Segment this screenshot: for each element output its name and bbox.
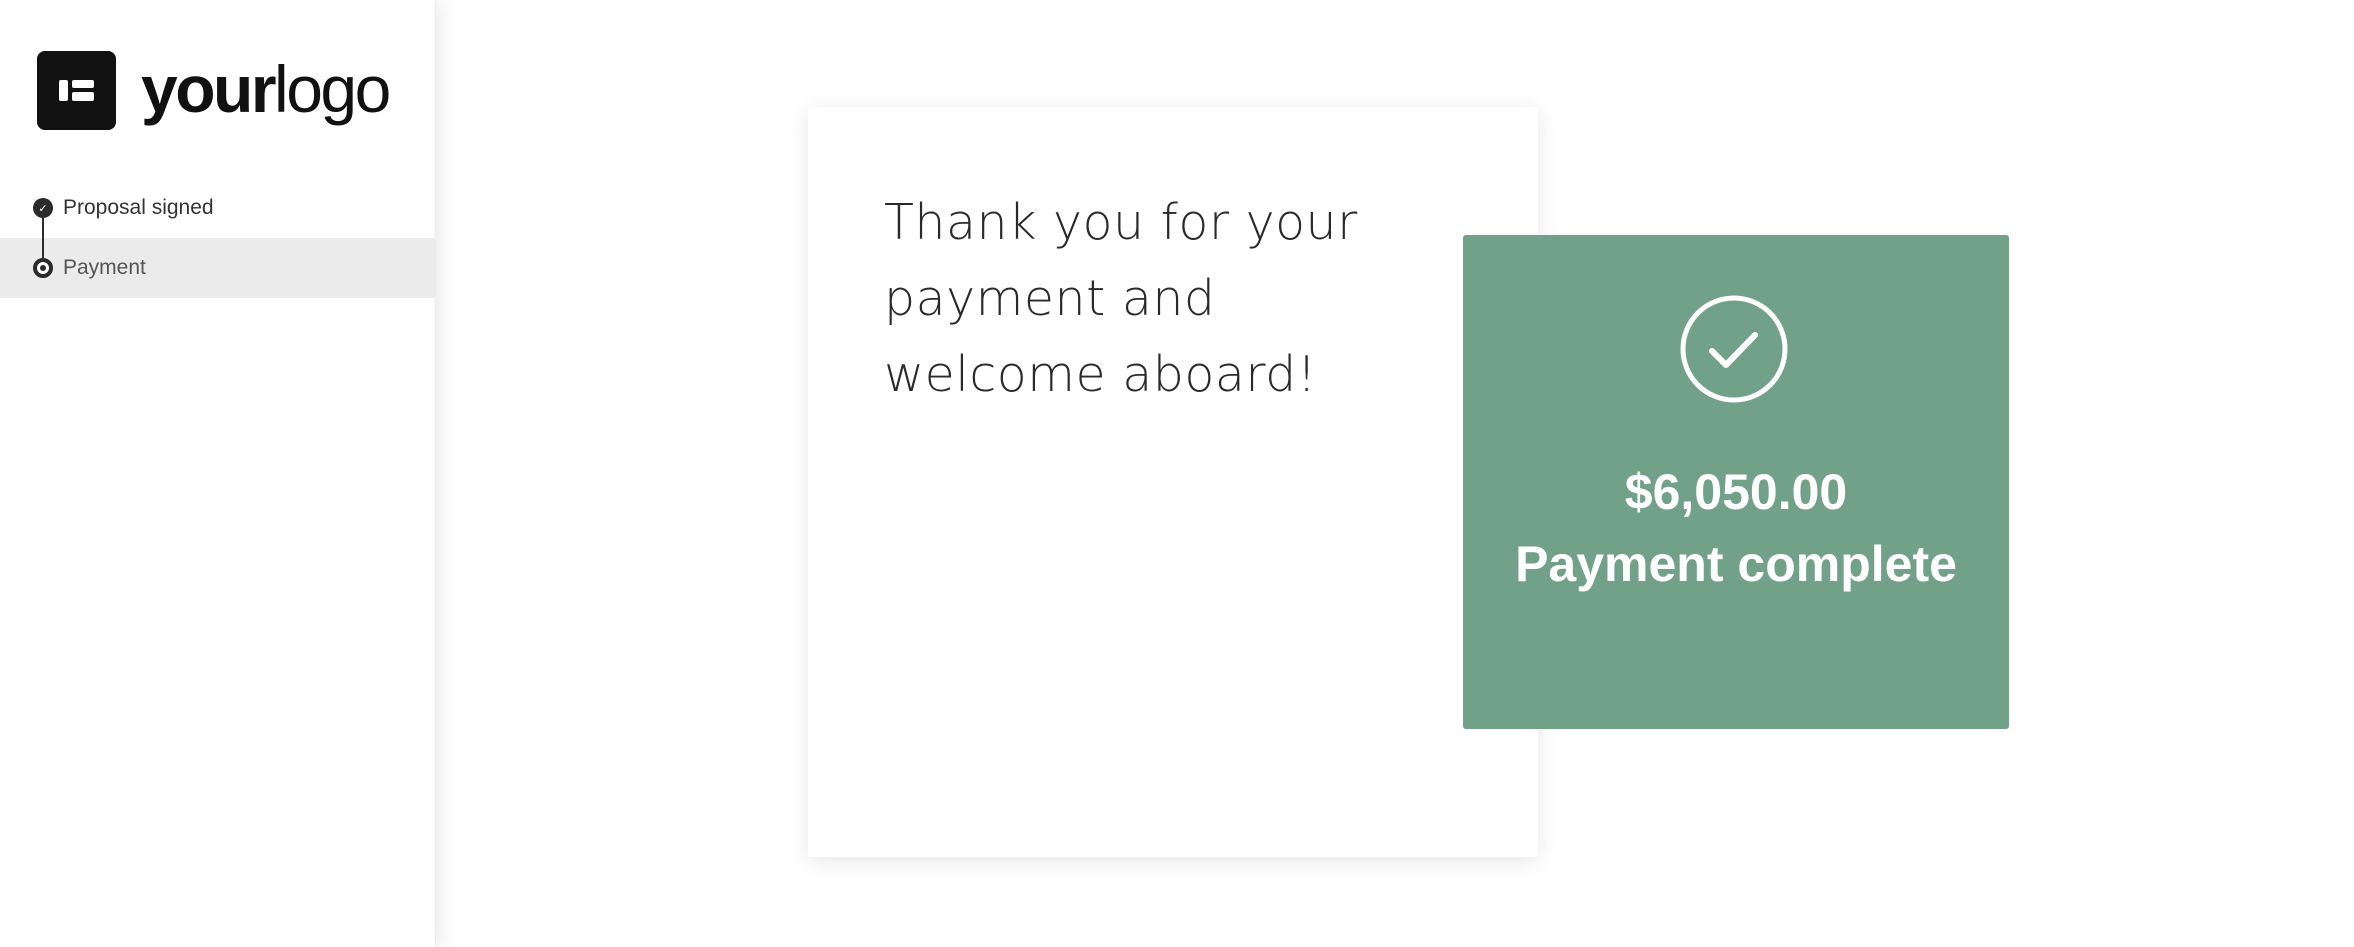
thank-you-message: Thank you for your payment and welcome a… bbox=[884, 194, 1358, 403]
payment-status-panel: $6,050.00 Payment complete bbox=[1463, 235, 2009, 729]
logo-wordmark: yourlogo bbox=[141, 56, 391, 122]
logo-text-light: logo bbox=[274, 51, 391, 126]
step-connector-line bbox=[42, 218, 44, 258]
progress-steps: ✓ Proposal signed Payment bbox=[0, 178, 435, 298]
logo-text-bold: your bbox=[141, 51, 277, 126]
step-label: Payment bbox=[63, 256, 146, 279]
check-circle-icon bbox=[1680, 295, 1788, 403]
sidebar: yourlogo ✓ Proposal signed Payment bbox=[0, 0, 436, 947]
step-label: Proposal signed bbox=[63, 196, 214, 219]
current-step-dot-icon bbox=[33, 258, 53, 278]
brand-logo[interactable]: yourlogo bbox=[37, 51, 391, 130]
logo-mark-icon bbox=[37, 51, 116, 130]
check-icon: ✓ bbox=[33, 198, 53, 218]
step-proposal-signed[interactable]: ✓ Proposal signed bbox=[0, 178, 435, 238]
confirmation-card: Thank you for your payment and welcome a… bbox=[808, 107, 1538, 857]
payment-status-text: Payment complete bbox=[1515, 536, 1957, 592]
step-payment[interactable]: Payment bbox=[0, 238, 435, 298]
payment-amount: $6,050.00 bbox=[1624, 464, 1848, 520]
